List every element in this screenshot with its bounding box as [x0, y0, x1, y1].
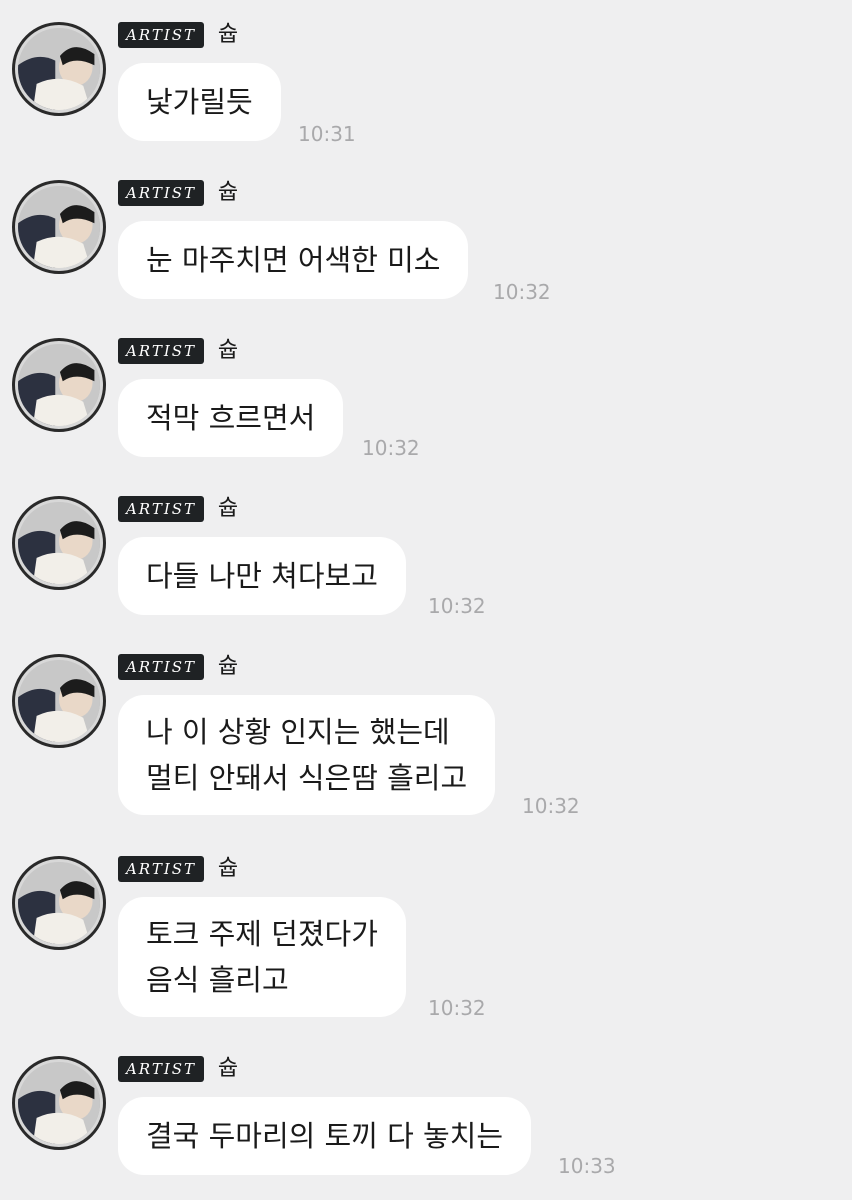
sender-name: 슙 — [218, 654, 239, 679]
message-bubble: 눈 마주치면 어색한 미소 — [118, 221, 469, 299]
message-time: 10:32 — [428, 996, 486, 1020]
message-time: 10:31 — [298, 122, 356, 146]
artist-badge: ARTIST — [118, 856, 204, 882]
artist-badge: ARTIST — [118, 496, 204, 522]
profile-avatar[interactable] — [12, 22, 106, 116]
message-time: 10:32 — [522, 794, 580, 818]
artist-badge: ARTIST — [118, 180, 204, 206]
artist-badge: ARTIST — [118, 22, 204, 48]
artist-badge: ARTIST — [118, 338, 204, 364]
message-bubble: 결국 두마리의 토끼 다 놓치는 — [118, 1097, 532, 1175]
sender-name: 슙 — [218, 496, 239, 521]
profile-avatar[interactable] — [12, 856, 106, 950]
sender-name: 슙 — [218, 856, 239, 881]
message-time: 10:32 — [428, 594, 486, 618]
message-time: 10:32 — [493, 280, 551, 304]
artist-badge: ARTIST — [118, 1056, 204, 1082]
profile-avatar[interactable] — [12, 338, 106, 432]
profile-avatar[interactable] — [12, 496, 106, 590]
sender-name: 슙 — [218, 180, 239, 205]
profile-avatar[interactable] — [12, 1056, 106, 1150]
artist-badge: ARTIST — [118, 654, 204, 680]
message-time: 10:33 — [558, 1154, 616, 1178]
message-bubble: 토크 주제 던졌다가 음식 흘리고 — [118, 897, 406, 1017]
message-bubble: 나 이 상황 인지는 했는데 멀티 안돼서 식은땀 흘리고 — [118, 695, 496, 815]
sender-name: 슙 — [218, 338, 239, 363]
message-time: 10:32 — [362, 436, 420, 460]
message-bubble: 다들 나만 쳐다보고 — [118, 537, 406, 615]
profile-avatar[interactable] — [12, 180, 106, 274]
message-bubble: 낯가릴듯 — [118, 63, 281, 141]
message-bubble: 적막 흐르면서 — [118, 379, 344, 457]
sender-name: 슙 — [218, 22, 239, 47]
profile-avatar[interactable] — [12, 654, 106, 748]
sender-name: 슙 — [218, 1056, 239, 1081]
